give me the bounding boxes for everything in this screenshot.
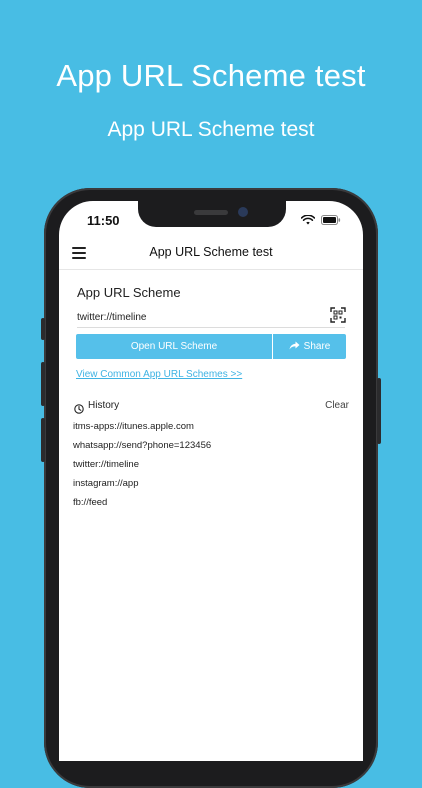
share-button-label: Share	[303, 341, 331, 352]
nav-bar: App URL Scheme test	[59, 237, 363, 270]
history-item[interactable]: fb://feed	[73, 496, 353, 515]
status-time: 11:50	[87, 213, 120, 228]
phone-screen: 11:50 App URL Scheme test App URL Scheme	[59, 201, 363, 761]
input-underline	[77, 327, 345, 328]
promo-title: App URL Scheme test	[56, 58, 366, 93]
section-title: App URL Scheme	[77, 285, 181, 300]
history-item[interactable]: twitter://timeline	[73, 458, 353, 477]
qr-scan-icon[interactable]	[330, 307, 346, 323]
wifi-icon	[301, 215, 315, 225]
share-icon	[289, 341, 300, 353]
history-item[interactable]: itms-apps://itunes.apple.com	[73, 420, 353, 439]
history-header: History Clear	[74, 400, 349, 414]
notch	[138, 201, 286, 227]
share-button[interactable]: Share	[273, 334, 346, 359]
history-item[interactable]: whatsapp://send?phone=123456	[73, 439, 353, 458]
clock-icon	[74, 401, 84, 414]
phone-volume-down-button	[41, 418, 45, 462]
promo-subtitle: App URL Scheme test	[107, 118, 315, 141]
common-schemes-link[interactable]: View Common App URL Schemes >>	[76, 369, 242, 380]
clear-history-button[interactable]: Clear	[325, 400, 349, 411]
nav-title: App URL Scheme test	[149, 245, 273, 259]
battery-icon	[321, 215, 341, 225]
phone-power-button	[377, 378, 381, 444]
open-url-scheme-button[interactable]: Open URL Scheme	[76, 334, 272, 359]
phone-volume-up-button	[41, 362, 45, 406]
phone-mute-switch	[41, 318, 45, 340]
url-scheme-input[interactable]	[77, 308, 317, 326]
action-buttons: Open URL Scheme Share	[76, 334, 346, 359]
front-camera	[238, 207, 248, 217]
history-item[interactable]: instagram://app	[73, 477, 353, 496]
history-list: itms-apps://itunes.apple.com whatsapp://…	[73, 420, 353, 515]
status-icons	[301, 215, 341, 225]
speaker-grille	[194, 210, 228, 215]
history-label: History	[88, 400, 120, 411]
